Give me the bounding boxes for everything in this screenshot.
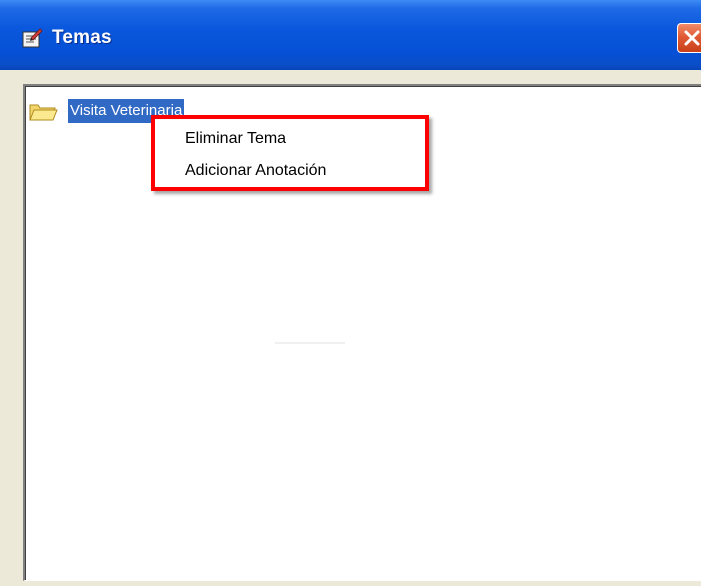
window-title: Temas [52, 27, 112, 48]
menu-item-adicionar-anotacion[interactable]: Adicionar Anotación [185, 158, 326, 184]
notes-app-icon [20, 26, 44, 50]
title-bar[interactable]: Temas [0, 0, 701, 70]
menu-item-eliminar-tema[interactable]: Eliminar Tema [185, 126, 286, 152]
temas-window: Temas Visita Veterinaria Eliminar Tema A… [0, 0, 701, 586]
folder-icon [28, 99, 58, 123]
close-button[interactable] [677, 23, 701, 53]
divider [275, 342, 345, 344]
context-menu: Eliminar Tema Adicionar Anotación [151, 115, 429, 191]
